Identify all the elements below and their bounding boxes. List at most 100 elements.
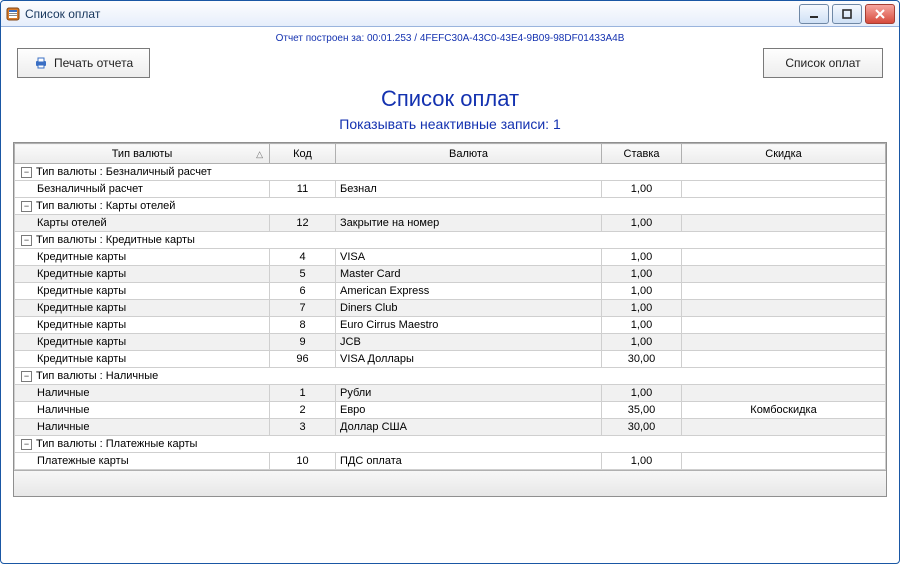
cell-type[interactable]: Кредитные карты [15,317,270,334]
cell-code[interactable]: 96 [270,351,336,368]
table-row[interactable]: Кредитные карты4VISA1,00 [15,249,886,266]
cell-code[interactable]: 5 [270,266,336,283]
cell-type[interactable]: Карты отелей [15,215,270,232]
cell-currency[interactable]: Евро [336,402,602,419]
group-label[interactable]: −Тип валюты : Наличные [15,368,886,385]
cell-currency[interactable]: VISA [336,249,602,266]
collapse-icon[interactable]: − [21,439,32,450]
cell-rate[interactable]: 1,00 [602,317,682,334]
cell-code[interactable]: 6 [270,283,336,300]
group-row[interactable]: −Тип валюты : Кредитные карты [15,232,886,249]
cell-code[interactable]: 7 [270,300,336,317]
minimize-button[interactable] [799,4,829,24]
cell-code[interactable]: 2 [270,402,336,419]
cell-type[interactable]: Кредитные карты [15,249,270,266]
col-header-rate[interactable]: Ставка [602,144,682,164]
cell-rate[interactable]: 1,00 [602,181,682,198]
cell-discount[interactable] [682,283,886,300]
collapse-icon[interactable]: − [21,371,32,382]
table-row[interactable]: Кредитные карты9JCB1,00 [15,334,886,351]
cell-type[interactable]: Наличные [15,419,270,436]
cell-code[interactable]: 4 [270,249,336,266]
table-row[interactable]: Кредитные карты5Master Card1,00 [15,266,886,283]
cell-currency[interactable]: Доллар США [336,419,602,436]
payments-list-button[interactable]: Список оплат [763,48,883,78]
cell-type[interactable]: Кредитные карты [15,266,270,283]
payments-grid[interactable]: Тип валюты △ Код Валюта Ставка Скидка −Т… [14,143,886,470]
cell-rate[interactable]: 1,00 [602,266,682,283]
cell-rate[interactable]: 1,00 [602,385,682,402]
cell-rate[interactable]: 1,00 [602,249,682,266]
col-header-discount[interactable]: Скидка [682,144,886,164]
col-header-type[interactable]: Тип валюты △ [15,144,270,164]
table-row[interactable]: Кредитные карты6American Express1,00 [15,283,886,300]
cell-discount[interactable] [682,249,886,266]
cell-discount[interactable] [682,215,886,232]
cell-discount[interactable] [682,266,886,283]
cell-rate[interactable]: 1,00 [602,300,682,317]
table-row[interactable]: Кредитные карты96VISA Доллары30,00 [15,351,886,368]
cell-rate[interactable]: 30,00 [602,419,682,436]
cell-code[interactable]: 8 [270,317,336,334]
cell-rate[interactable]: 30,00 [602,351,682,368]
table-row[interactable]: Кредитные карты8Euro Cirrus Maestro1,00 [15,317,886,334]
cell-currency[interactable]: JCB [336,334,602,351]
cell-code[interactable]: 1 [270,385,336,402]
titlebar[interactable]: Список оплат [1,1,899,27]
cell-type[interactable]: Кредитные карты [15,300,270,317]
cell-discount[interactable] [682,300,886,317]
cell-currency[interactable]: Master Card [336,266,602,283]
cell-type[interactable]: Платежные карты [15,453,270,470]
cell-currency[interactable]: ПДС оплата [336,453,602,470]
cell-currency[interactable]: Euro Cirrus Maestro [336,317,602,334]
col-header-currency[interactable]: Валюта [336,144,602,164]
cell-currency[interactable]: VISA Доллары [336,351,602,368]
cell-discount[interactable] [682,181,886,198]
cell-rate[interactable]: 1,00 [602,283,682,300]
table-row[interactable]: Карты отелей12Закрытие на номер1,00 [15,215,886,232]
table-row[interactable]: Наличные2Евро35,00Комбоскидка [15,402,886,419]
group-label[interactable]: −Тип валюты : Платежные карты [15,436,886,453]
print-report-button[interactable]: Печать отчета [17,48,150,78]
col-header-code[interactable]: Код [270,144,336,164]
cell-rate[interactable]: 1,00 [602,215,682,232]
group-row[interactable]: −Тип валюты : Карты отелей [15,198,886,215]
cell-discount[interactable]: Комбоскидка [682,402,886,419]
cell-type[interactable]: Кредитные карты [15,351,270,368]
group-label[interactable]: −Тип валюты : Карты отелей [15,198,886,215]
group-row[interactable]: −Тип валюты : Платежные карты [15,436,886,453]
grid-header[interactable]: Тип валюты △ Код Валюта Ставка Скидка [15,144,886,164]
close-button[interactable] [865,4,895,24]
table-row[interactable]: Наличные1Рубли1,00 [15,385,886,402]
cell-rate[interactable]: 1,00 [602,453,682,470]
cell-discount[interactable] [682,385,886,402]
cell-currency[interactable]: Закрытие на номер [336,215,602,232]
table-row[interactable]: Кредитные карты7Diners Club1,00 [15,300,886,317]
group-label[interactable]: −Тип валюты : Безналичный расчет [15,164,886,181]
collapse-icon[interactable]: − [21,201,32,212]
cell-code[interactable]: 9 [270,334,336,351]
cell-discount[interactable] [682,351,886,368]
cell-type[interactable]: Наличные [15,385,270,402]
table-row[interactable]: Безналичный расчет11Безнал1,00 [15,181,886,198]
cell-code[interactable]: 12 [270,215,336,232]
group-label[interactable]: −Тип валюты : Кредитные карты [15,232,886,249]
collapse-icon[interactable]: − [21,235,32,246]
cell-currency[interactable]: Diners Club [336,300,602,317]
cell-type[interactable]: Безналичный расчет [15,181,270,198]
maximize-button[interactable] [832,4,862,24]
cell-discount[interactable] [682,419,886,436]
cell-type[interactable]: Кредитные карты [15,283,270,300]
cell-type[interactable]: Наличные [15,402,270,419]
cell-currency[interactable]: American Express [336,283,602,300]
collapse-icon[interactable]: − [21,167,32,178]
cell-code[interactable]: 10 [270,453,336,470]
group-row[interactable]: −Тип валюты : Наличные [15,368,886,385]
cell-discount[interactable] [682,453,886,470]
cell-type[interactable]: Кредитные карты [15,334,270,351]
cell-code[interactable]: 3 [270,419,336,436]
cell-code[interactable]: 11 [270,181,336,198]
cell-discount[interactable] [682,334,886,351]
cell-rate[interactable]: 35,00 [602,402,682,419]
cell-currency[interactable]: Безнал [336,181,602,198]
